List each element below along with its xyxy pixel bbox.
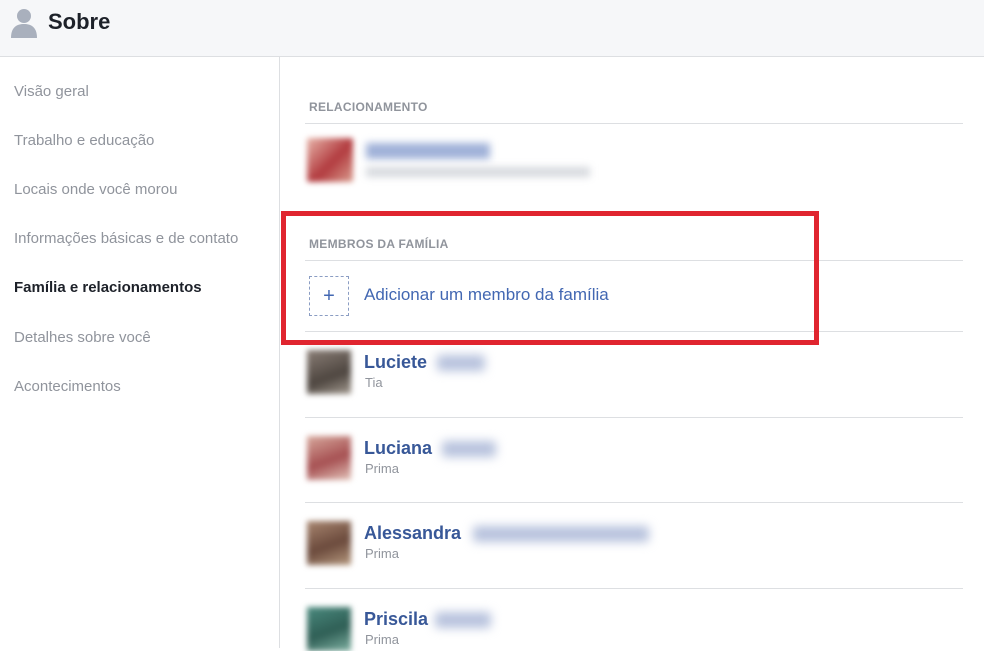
about-sidebar: Visão geral Trabalho e educação Locais o… <box>0 57 280 648</box>
member-avatar[interactable] <box>307 350 351 394</box>
partner-detail-redacted <box>366 167 590 177</box>
member-name[interactable]: Priscila <box>364 609 428 630</box>
sidebar-item-details[interactable]: Detalhes sobre você <box>14 329 151 346</box>
member-name[interactable]: Luciana <box>364 438 432 459</box>
member-surname-redacted[interactable] <box>437 355 485 371</box>
page-title: Sobre <box>48 9 111 34</box>
page-header: Sobre <box>0 0 984 57</box>
divider <box>305 417 963 418</box>
member-surname-redacted[interactable] <box>473 526 649 542</box>
member-name[interactable]: Alessandra <box>364 523 461 544</box>
member-surname-redacted[interactable] <box>442 441 496 457</box>
sidebar-item-places-lived[interactable]: Locais onde você morou <box>14 181 177 198</box>
sidebar-item-family-relationships[interactable]: Família e relacionamentos <box>14 279 202 296</box>
sidebar-item-life-events[interactable]: Acontecimentos <box>14 378 121 395</box>
member-avatar[interactable] <box>307 607 351 651</box>
member-relation: Prima <box>365 461 399 476</box>
about-content: RELACIONAMENTO MEMBROS DA FAMÍLIA + Adic… <box>280 57 984 651</box>
sidebar-item-contact-info[interactable]: Informações básicas e de contato <box>14 230 238 247</box>
relationship-section-title: RELACIONAMENTO <box>309 100 428 114</box>
partner-name-redacted[interactable] <box>366 143 490 159</box>
sidebar-item-overview[interactable]: Visão geral <box>14 83 89 100</box>
highlight-box <box>281 211 819 345</box>
person-icon <box>11 9 37 38</box>
member-relation: Tia <box>365 375 383 390</box>
member-relation: Prima <box>365 632 399 647</box>
member-avatar[interactable] <box>307 436 351 480</box>
member-relation: Prima <box>365 546 399 561</box>
sidebar-item-work-education[interactable]: Trabalho e educação <box>14 132 154 149</box>
divider <box>305 502 963 503</box>
divider <box>305 123 963 124</box>
member-surname-redacted[interactable] <box>435 612 491 628</box>
partner-avatar[interactable] <box>307 138 353 182</box>
member-name[interactable]: Luciete <box>364 352 427 373</box>
divider <box>305 588 963 589</box>
member-avatar[interactable] <box>307 521 351 565</box>
